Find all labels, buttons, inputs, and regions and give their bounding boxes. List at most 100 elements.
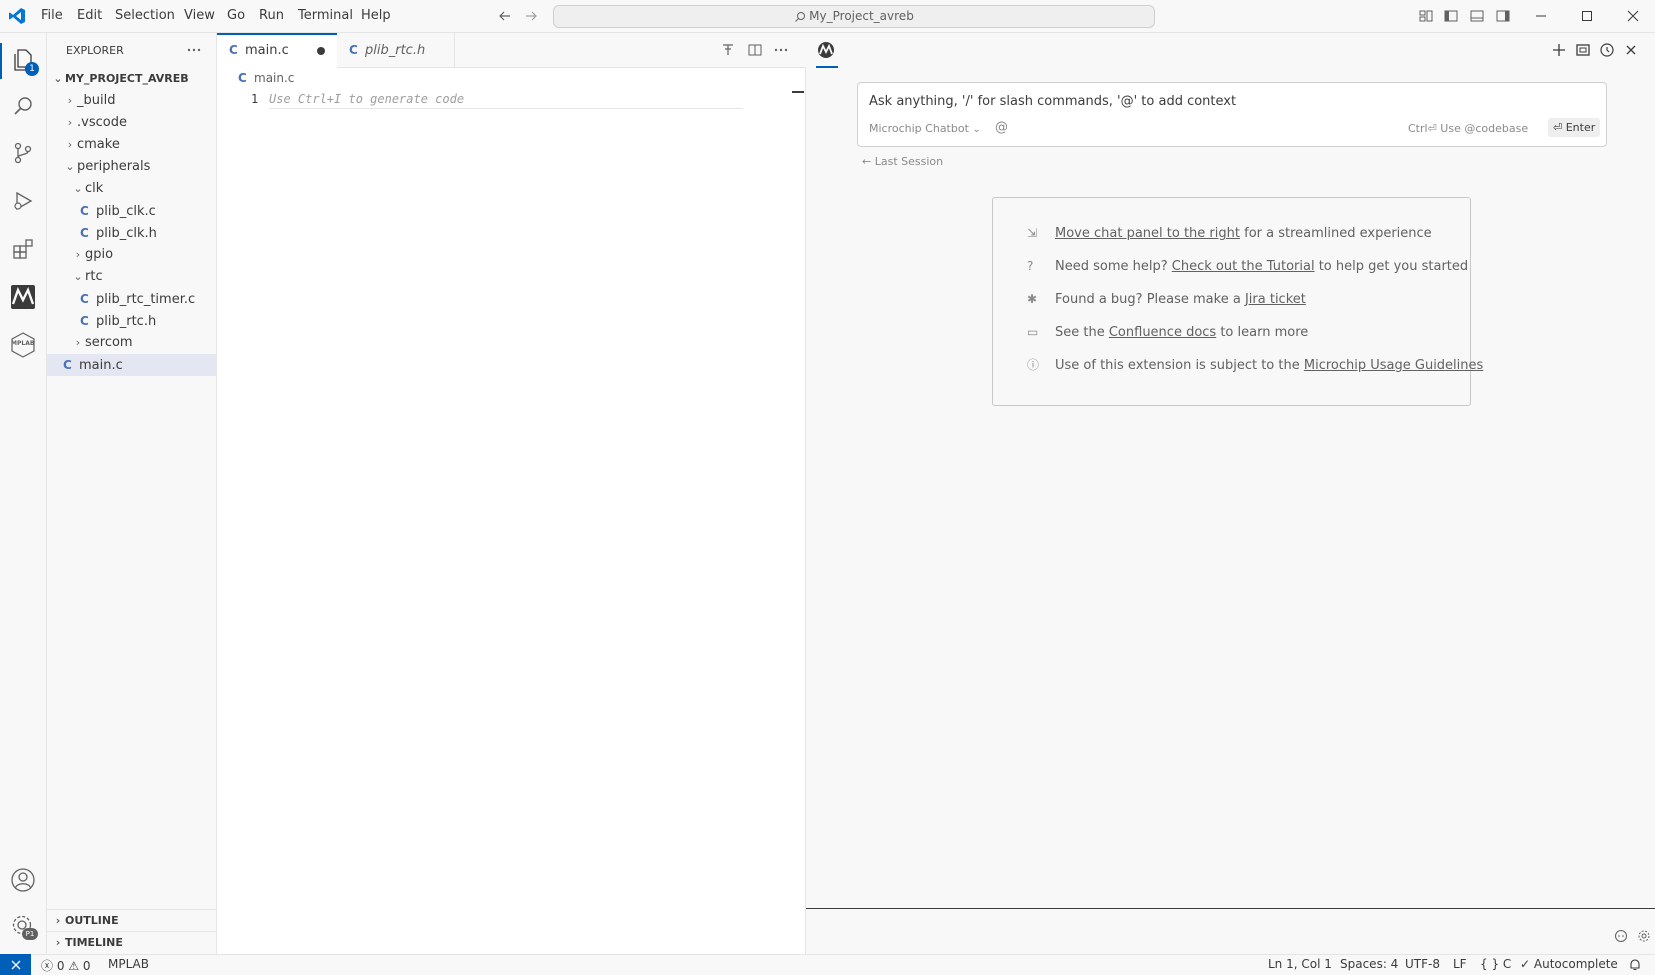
tree-folder-cmake[interactable]: › cmake [47, 134, 216, 156]
mplab-status[interactable]: MPLAB [108, 957, 149, 971]
unsaved-dot-icon[interactable] [317, 47, 325, 55]
search-icon [794, 11, 806, 23]
settings-gear-icon[interactable] [1637, 929, 1651, 943]
codebase-hint[interactable]: Ctrl⏎ Use @codebase [1408, 122, 1528, 135]
menu-help[interactable]: Help [361, 8, 391, 23]
menu-go[interactable]: Go [227, 8, 245, 23]
beaker-icon[interactable] [721, 43, 735, 57]
history-icon[interactable] [1599, 42, 1615, 58]
tree-file-plib-rtc-timer-c[interactable]: Cplib_rtc_timer.c [47, 288, 216, 310]
editor-more-actions-icon[interactable] [773, 42, 789, 58]
notifications-bell-icon[interactable] [1628, 958, 1642, 972]
c-file-icon: C [349, 43, 358, 57]
tree-folder-rtc[interactable]: ⌄ rtc [47, 266, 216, 288]
current-line[interactable]: Use Ctrl+I to generate code [269, 90, 743, 109]
search-icon[interactable] [8, 91, 38, 121]
problems-indicator[interactable]: ⓧ 0 ⚠ 0 [41, 957, 91, 974]
tree-file-plib-clk-c[interactable]: Cplib_clk.c [47, 200, 216, 222]
arrow-left-icon: ← [862, 155, 872, 168]
explorer-icon[interactable]: 1 [8, 45, 39, 76]
c-file-icon: C [63, 358, 72, 372]
split-editor-icon[interactable] [747, 42, 763, 58]
mplab-icon[interactable]: MPLAB [8, 330, 38, 360]
jira-link[interactable]: Jira ticket [1245, 292, 1306, 307]
tree-folder-clk[interactable]: ⌄ clk [47, 178, 216, 200]
remote-icon[interactable] [0, 954, 31, 975]
chat-panel: Ask anything, '/' for slash commands, '@… [806, 33, 1655, 954]
outline-label: OUTLINE [65, 914, 119, 927]
error-icon: ⓧ [41, 959, 54, 973]
model-label: Microchip Chatbot [869, 122, 969, 135]
chevron-right-icon: › [75, 248, 81, 261]
tree-folder-vscode[interactable]: › .vscode [47, 112, 216, 134]
menu-file[interactable]: File [41, 8, 63, 23]
encoding[interactable]: UTF-8 [1405, 957, 1440, 971]
extensions-icon[interactable] [8, 234, 38, 264]
move-panel-link[interactable]: Move chat panel to the right [1055, 226, 1240, 241]
manage-gear-icon[interactable]: P1 [8, 911, 38, 941]
tab-plib-rtc-h[interactable]: Cplib_rtc.h [337, 33, 455, 68]
end-of-line[interactable]: LF [1453, 957, 1467, 971]
maximize-icon[interactable] [1575, 4, 1599, 28]
chevron-down-icon: ⌄ [73, 270, 83, 283]
tree-folder-sercom[interactable]: › sercom [47, 332, 216, 354]
feedback-icon[interactable] [1614, 929, 1628, 943]
autocomplete-status[interactable]: ✓ Autocomplete [1520, 957, 1618, 971]
tree-folder-gpio[interactable]: › gpio [47, 244, 216, 266]
chat-logo-icon[interactable] [817, 41, 835, 59]
language-mode[interactable]: { } C [1480, 957, 1511, 971]
chat-input-placeholder[interactable]: Ask anything, '/' for slash commands, '@… [869, 94, 1236, 109]
tree-file-plib-clk-h[interactable]: Cplib_clk.h [47, 222, 216, 244]
customize-layout-icon[interactable] [1418, 8, 1434, 24]
chat-input-box[interactable]: Ask anything, '/' for slash commands, '@… [857, 82, 1607, 147]
source-control-icon[interactable] [8, 138, 38, 168]
tree-label: .vscode [77, 115, 127, 130]
tree-file-plib-rtc-h[interactable]: Cplib_rtc.h [47, 310, 216, 332]
braces-icon: { } [1480, 957, 1500, 971]
guidelines-link[interactable]: Microchip Usage Guidelines [1304, 358, 1483, 373]
tree-label: plib_clk.h [96, 226, 157, 241]
model-selector[interactable]: Microchip Chatbot ⌄ [869, 122, 981, 135]
confluence-link[interactable]: Confluence docs [1109, 325, 1216, 340]
forward-arrow-icon[interactable] [523, 8, 539, 24]
breadcrumb[interactable]: Cmain.c [238, 71, 294, 85]
c-file-icon: C [229, 43, 238, 57]
tab-main-c[interactable]: Cmain.c [217, 33, 337, 68]
cursor-position[interactable]: Ln 1, Col 1 [1268, 957, 1332, 971]
outline-section[interactable]: › OUTLINE [47, 909, 216, 931]
enter-button[interactable]: ⏎ Enter [1548, 118, 1601, 137]
run-debug-icon[interactable] [8, 186, 38, 216]
toggle-secondary-sidebar-icon[interactable] [1495, 8, 1511, 24]
new-chat-plus-icon[interactable] [1551, 42, 1567, 58]
menu-edit[interactable]: Edit [77, 8, 102, 23]
maximize-panel-icon[interactable] [1575, 42, 1591, 58]
menu-view[interactable]: View [184, 8, 215, 23]
minimap-indicator [792, 91, 804, 93]
info-text: Found a bug? Please make a [1055, 292, 1245, 307]
minimize-icon[interactable] [1529, 4, 1553, 28]
toggle-panel-icon[interactable] [1469, 8, 1485, 24]
tree-label: peripherals [77, 159, 151, 174]
menu-run[interactable]: Run [259, 8, 284, 23]
last-session-link[interactable]: ← Last Session [862, 155, 943, 168]
vscode-logo-icon [8, 7, 26, 25]
back-arrow-icon[interactable] [497, 8, 513, 24]
more-actions-icon[interactable] [186, 42, 202, 58]
close-window-icon[interactable] [1621, 4, 1645, 28]
tutorial-link[interactable]: Check out the Tutorial [1172, 259, 1315, 274]
indentation[interactable]: Spaces: 4 [1340, 957, 1398, 971]
microchip-logo-icon[interactable] [8, 282, 38, 312]
accounts-icon[interactable] [8, 865, 38, 895]
tree-file-main-c[interactable]: Cmain.c [47, 354, 216, 376]
at-mention-button[interactable]: @ [995, 120, 1008, 135]
project-root[interactable]: ⌄ MY_PROJECT_AVREB [47, 68, 216, 90]
timeline-section[interactable]: › TIMELINE [47, 931, 216, 953]
tree-folder-build[interactable]: › _build [47, 90, 216, 112]
menu-selection[interactable]: Selection [115, 8, 175, 23]
info-row-guidelines: ⓘ Use of this extension is subject to the… [1027, 355, 1483, 375]
tree-folder-peripherals[interactable]: ⌄ peripherals [47, 156, 216, 178]
menu-terminal[interactable]: Terminal [298, 8, 353, 23]
toggle-primary-sidebar-icon[interactable] [1443, 8, 1459, 24]
close-panel-icon[interactable] [1623, 42, 1639, 58]
command-center-search[interactable]: My_Project_avreb [553, 5, 1155, 28]
